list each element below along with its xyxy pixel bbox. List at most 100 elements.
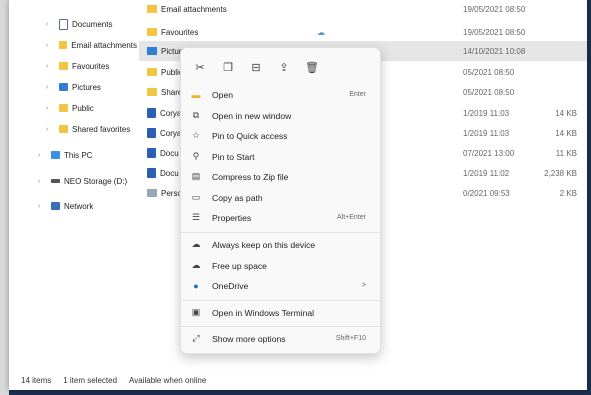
folder-icon xyxy=(59,104,68,112)
menu-item-label: Properties xyxy=(212,212,252,223)
chevron-right-icon[interactable]: › xyxy=(41,105,53,112)
menu-item-label: Copy as path xyxy=(212,192,263,203)
menu-item-label: Pin to Start xyxy=(212,151,255,162)
menu-item-properties[interactable]: ☰ Properties Alt+Enter xyxy=(185,207,376,228)
file-size: 11 KB xyxy=(555,148,577,158)
share-icon[interactable]: ⇪ xyxy=(271,57,297,77)
menu-item-compress-zip[interactable]: ▤ Compress to Zip file xyxy=(185,166,376,187)
cut-icon[interactable]: ✂ xyxy=(187,57,213,77)
menu-item-pin-start[interactable]: ⚲ Pin to Start xyxy=(185,146,376,167)
sidebar-item-neo-storage[interactable]: › NEO Storage (D:) xyxy=(9,171,137,191)
chevron-right-icon[interactable]: › xyxy=(41,21,53,28)
sidebar-item-label: Favourites xyxy=(72,61,110,71)
sidebar-item-email-attachments[interactable]: › Email attachments xyxy=(9,35,137,55)
sidebar-item-network[interactable]: › Network xyxy=(9,196,137,216)
file-date: 14/10/2021 10:08 xyxy=(463,46,526,56)
menu-item-label: Always keep on this device xyxy=(212,239,316,250)
menu-item-label: Open in new window xyxy=(212,110,292,121)
sidebar-item-this-pc[interactable]: › This PC xyxy=(9,145,137,165)
folder-icon xyxy=(147,88,157,96)
file-date: 05/2021 08:50 xyxy=(463,67,515,77)
desktop-edge xyxy=(0,0,9,395)
word-document-icon xyxy=(147,168,156,178)
menu-item-windows-terminal[interactable]: ▣ Open in Windows Terminal xyxy=(185,302,376,323)
menu-item-label: Pin to Quick access xyxy=(212,130,288,141)
table-row[interactable]: Favourites ☁ 19/05/2021 08:50 File folde… xyxy=(139,22,587,42)
menu-item-pin-quick-access[interactable]: ☆ Pin to Quick access xyxy=(185,125,376,146)
chevron-right-icon: > xyxy=(361,282,366,289)
drive-icon xyxy=(51,179,60,183)
rename-icon[interactable]: ⊟ xyxy=(243,57,269,77)
sidebar-item-shared-favorites[interactable]: › Shared favorites xyxy=(9,119,137,139)
menu-item-free-up-space[interactable]: ☁ Free up space xyxy=(185,255,376,276)
sidebar-item-pictures[interactable]: › Pictures xyxy=(9,77,137,97)
zip-icon: ▤ xyxy=(191,171,201,181)
file-date: 1/2019 11:03 xyxy=(463,128,510,138)
availability-status: Available when online xyxy=(129,375,207,385)
onedrive-icon: ● xyxy=(193,280,199,291)
selection-count: 1 item selected xyxy=(63,375,118,385)
sidebar-item-label: Email attachments xyxy=(71,40,137,50)
chevron-right-icon[interactable]: › xyxy=(41,42,53,49)
menu-item-open-new-window[interactable]: ⧉ Open in new window xyxy=(185,105,376,126)
sidebar-item-label: Pictures xyxy=(72,82,101,92)
keep-device-icon: ☁ xyxy=(191,239,201,249)
sidebar-item-public[interactable]: › Public xyxy=(9,98,137,118)
network-icon xyxy=(51,202,60,210)
menu-item-open[interactable]: ▬ Open Enter xyxy=(185,84,376,105)
menu-item-onedrive[interactable]: ● OneDrive > xyxy=(185,275,376,296)
document-icon xyxy=(59,18,68,30)
chevron-right-icon[interactable]: › xyxy=(41,126,53,133)
file-name: Favourites xyxy=(161,27,199,37)
file-date: 19/05/2021 08:50 xyxy=(463,27,526,37)
file-date: 1/2019 11:03 xyxy=(463,108,510,118)
word-document-icon xyxy=(147,108,156,118)
menu-item-label: OneDrive xyxy=(212,280,249,291)
menu-separator xyxy=(181,326,380,327)
menu-item-show-more-options[interactable]: ⤢ Show more options Shift+F10 xyxy=(185,328,376,349)
sidebar-item-label: Documents xyxy=(72,19,113,29)
pin-icon: ⚲ xyxy=(192,151,200,161)
menu-item-label: Free up space xyxy=(212,260,267,271)
properties-icon: ☰ xyxy=(191,212,201,222)
menu-item-shortcut: Shift+F10 xyxy=(335,335,366,342)
menu-item-label: Show more options xyxy=(212,333,286,344)
file-size: 2,238 KB xyxy=(544,168,577,178)
menu-separator xyxy=(181,232,380,233)
chevron-right-icon[interactable]: › xyxy=(33,203,45,210)
menu-item-shortcut: Enter xyxy=(349,91,366,98)
table-row[interactable]: Email attachments 19/05/2021 08:50 File … xyxy=(139,2,587,16)
chevron-right-icon[interactable]: › xyxy=(41,84,53,91)
file-size: 2 KB xyxy=(559,188,577,198)
sidebar-item-label: Shared favorites xyxy=(72,124,131,134)
sidebar-item-label: Public xyxy=(72,103,94,113)
folder-icon xyxy=(59,125,68,133)
sidebar-item-label: NEO Storage (D:) xyxy=(64,176,128,186)
folder-icon xyxy=(147,5,157,13)
folder-icon xyxy=(147,68,157,76)
chevron-right-icon[interactable]: › xyxy=(41,63,53,70)
menu-item-label: Compress to Zip file xyxy=(212,171,289,182)
file-size: 14 KB xyxy=(555,128,577,138)
menu-item-shortcut: Alt+Enter xyxy=(337,214,366,221)
sidebar-item-favourites[interactable]: › Favourites xyxy=(9,56,137,76)
status-bar: 14 items 1 item selected Available when … xyxy=(9,370,587,390)
delete-icon[interactable]: 🗑 xyxy=(299,57,325,77)
word-document-icon xyxy=(147,128,156,138)
pictures-icon xyxy=(59,83,68,91)
sidebar-item-documents[interactable]: › Documents xyxy=(9,14,137,34)
file-date: 07/2021 13:00 xyxy=(463,148,515,158)
chevron-right-icon[interactable]: › xyxy=(33,178,45,185)
menu-item-copy-path[interactable]: ▭ Copy as path xyxy=(185,187,376,208)
menu-item-keep-on-device[interactable]: ☁ Always keep on this device xyxy=(185,234,376,255)
folder-icon xyxy=(59,62,68,70)
chevron-right-icon[interactable]: › xyxy=(33,152,45,159)
folder-icon xyxy=(58,41,68,49)
shortcut-icon xyxy=(147,189,157,197)
copy-icon[interactable]: ❐ xyxy=(215,57,241,77)
word-document-icon xyxy=(147,148,156,158)
path-icon: ▭ xyxy=(191,192,201,202)
sidebar-item-label: This PC xyxy=(64,150,93,160)
file-date: 19/05/2021 08:50 xyxy=(463,4,526,14)
file-name: Email attachments xyxy=(161,4,227,14)
